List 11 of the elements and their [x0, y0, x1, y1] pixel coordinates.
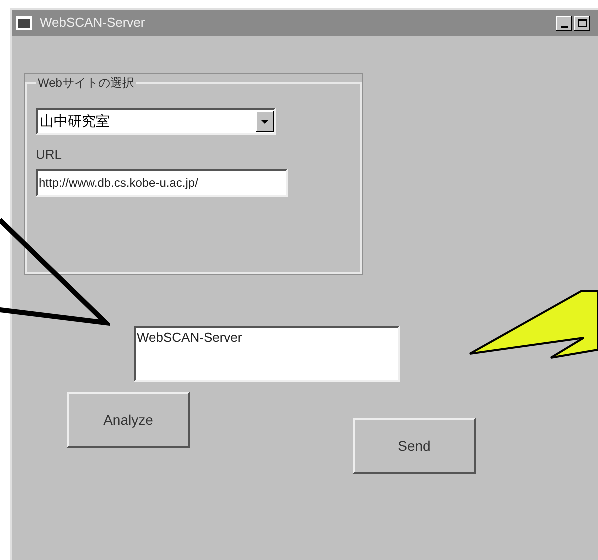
window-icon: [16, 16, 32, 30]
action-button[interactable]: Send: [353, 418, 476, 474]
site-dropdown[interactable]: 山中研究室: [36, 108, 276, 135]
output-field[interactable]: WebSCAN-Server: [134, 326, 400, 382]
minimize-button[interactable]: [556, 16, 572, 30]
maximize-button[interactable]: [574, 16, 590, 30]
url-label: URL: [36, 146, 64, 164]
action-button[interactable]: Analyze: [67, 392, 190, 448]
url-field[interactable]: http://www.db.cs.kobe-u.ac.jp/: [36, 168, 288, 196]
window-title: WebSCAN-Server: [40, 14, 146, 32]
group-title: Webサイトの選択: [37, 75, 136, 92]
